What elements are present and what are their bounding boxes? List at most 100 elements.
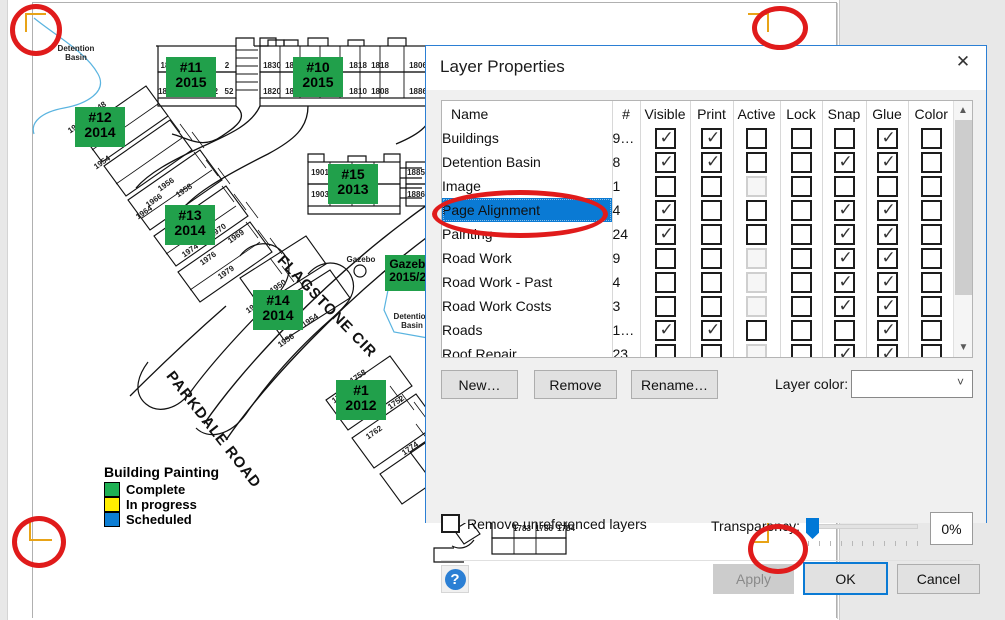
layer-color-cell[interactable] bbox=[908, 270, 954, 294]
layer-color-cell[interactable] bbox=[908, 126, 954, 150]
checkbox-active[interactable] bbox=[746, 295, 767, 317]
layer-name-cell[interactable]: Road Work bbox=[442, 246, 613, 270]
column-header-glue[interactable]: Glue bbox=[866, 101, 909, 126]
checkbox-color[interactable] bbox=[920, 175, 942, 197]
checkbox-glue[interactable] bbox=[876, 175, 898, 197]
checkbox-glue[interactable]: ✓ bbox=[876, 199, 898, 221]
checkbox-print[interactable]: ✓ bbox=[701, 319, 722, 341]
building-badge[interactable]: #12 2014 bbox=[75, 107, 125, 147]
checkbox-lock[interactable] bbox=[790, 199, 812, 221]
layer-print-cell[interactable] bbox=[690, 270, 734, 294]
layer-print-cell[interactable] bbox=[690, 246, 734, 270]
slider-thumb[interactable] bbox=[806, 518, 819, 539]
layer-glue-cell[interactable]: ✓ bbox=[866, 150, 909, 174]
layer-snap-cell[interactable] bbox=[822, 318, 867, 342]
layer-name-cell[interactable]: Roof Repair bbox=[442, 342, 613, 357]
layer-visible-cell[interactable]: ✓ bbox=[640, 198, 691, 222]
layer-visible-cell[interactable] bbox=[640, 246, 691, 270]
layer-row[interactable]: Detention Basin 8 ✓ ✓ ✓ ✓ bbox=[442, 150, 954, 174]
layer-glue-cell[interactable]: ✓ bbox=[866, 126, 909, 150]
remove-layer-button[interactable]: Remove bbox=[534, 370, 617, 399]
layer-name-cell[interactable]: Road Work Costs bbox=[442, 294, 613, 318]
layer-active-cell[interactable] bbox=[733, 126, 781, 150]
checkbox-snap[interactable]: ✓ bbox=[833, 295, 855, 317]
checkbox-color[interactable] bbox=[920, 319, 942, 341]
layer-active-cell[interactable] bbox=[733, 222, 781, 246]
layer-visible-cell[interactable] bbox=[640, 294, 691, 318]
layer-row[interactable]: Roof Repair 23 ✓ ✓ bbox=[442, 342, 954, 357]
layer-color-cell[interactable] bbox=[908, 198, 954, 222]
checkbox-print[interactable] bbox=[701, 175, 722, 197]
building-badge[interactable]: #13 2014 bbox=[165, 205, 215, 245]
checkbox-lock[interactable] bbox=[790, 151, 812, 173]
layer-active-cell[interactable] bbox=[733, 270, 781, 294]
checkbox-snap[interactable] bbox=[833, 175, 855, 197]
column-header-color[interactable]: Color bbox=[908, 101, 954, 126]
checkbox-color[interactable] bbox=[920, 295, 942, 317]
building-badge[interactable]: #10 2015 bbox=[293, 57, 343, 97]
layer-row[interactable]: Image 1 bbox=[442, 174, 954, 198]
layer-active-cell[interactable] bbox=[733, 294, 781, 318]
checkbox-glue[interactable]: ✓ bbox=[876, 151, 898, 173]
building-badge[interactable]: #1 2012 bbox=[336, 380, 386, 420]
layer-snap-cell[interactable]: ✓ bbox=[822, 198, 867, 222]
checkbox-visible[interactable]: ✓ bbox=[654, 127, 676, 149]
checkbox-color[interactable] bbox=[920, 271, 942, 293]
checkbox-active[interactable] bbox=[746, 199, 767, 221]
checkbox-visible[interactable] bbox=[654, 247, 676, 269]
slider-track[interactable] bbox=[806, 524, 918, 529]
layer-print-cell[interactable]: ✓ bbox=[690, 150, 734, 174]
checkbox-snap[interactable]: ✓ bbox=[833, 223, 855, 245]
layer-snap-cell[interactable]: ✓ bbox=[822, 342, 867, 357]
layer-snap-cell[interactable]: ✓ bbox=[822, 150, 867, 174]
checkbox-glue[interactable]: ✓ bbox=[876, 343, 898, 357]
checkbox-glue[interactable]: ✓ bbox=[876, 223, 898, 245]
column-header-count[interactable]: # bbox=[612, 101, 641, 126]
remove-unreferenced-layers-checkbox[interactable]: Remove unreferenced layers bbox=[441, 514, 647, 533]
column-header-active[interactable]: Active bbox=[733, 101, 781, 126]
layer-name-cell[interactable]: Road Work - Past bbox=[442, 270, 613, 294]
checkbox-lock[interactable] bbox=[790, 271, 812, 293]
layer-color-cell[interactable] bbox=[908, 150, 954, 174]
checkbox-lock[interactable] bbox=[790, 343, 812, 357]
checkbox-snap[interactable]: ✓ bbox=[833, 247, 855, 269]
checkbox-lock[interactable] bbox=[790, 247, 812, 269]
checkbox-active[interactable] bbox=[746, 151, 767, 173]
layer-color-select[interactable]: ˅ bbox=[851, 370, 973, 398]
checkbox-visible[interactable] bbox=[654, 175, 676, 197]
building-badge[interactable]: #15 2013 bbox=[328, 164, 378, 204]
layer-lock-cell[interactable] bbox=[780, 342, 823, 357]
checkbox-visible[interactable] bbox=[654, 271, 676, 293]
layer-glue-cell[interactable]: ✓ bbox=[866, 294, 909, 318]
layer-visible-cell[interactable] bbox=[640, 270, 691, 294]
layer-lock-cell[interactable] bbox=[780, 294, 823, 318]
layer-lock-cell[interactable] bbox=[780, 198, 823, 222]
checkbox-active[interactable] bbox=[746, 127, 767, 149]
help-button[interactable]: ? bbox=[441, 565, 469, 593]
checkbox-lock[interactable] bbox=[790, 295, 812, 317]
checkbox-active[interactable] bbox=[746, 271, 767, 293]
checkbox-snap[interactable] bbox=[833, 319, 855, 341]
layer-row[interactable]: Road Work 9 ✓ ✓ bbox=[442, 246, 954, 270]
checkbox-print[interactable] bbox=[701, 247, 722, 269]
layer-color-cell[interactable] bbox=[908, 342, 954, 357]
checkbox-glue[interactable]: ✓ bbox=[876, 247, 898, 269]
building-badge[interactable]: #14 2014 bbox=[253, 290, 303, 330]
layer-glue-cell[interactable] bbox=[866, 174, 909, 198]
layer-lock-cell[interactable] bbox=[780, 174, 823, 198]
checkbox-visible[interactable] bbox=[654, 295, 676, 317]
layer-row[interactable]: Road Work - Past 4 ✓ ✓ bbox=[442, 270, 954, 294]
layer-glue-cell[interactable]: ✓ bbox=[866, 318, 909, 342]
layer-visible-cell[interactable] bbox=[640, 174, 691, 198]
layer-lock-cell[interactable] bbox=[780, 222, 823, 246]
checkbox-color[interactable] bbox=[920, 343, 942, 357]
checkbox-print[interactable]: ✓ bbox=[701, 151, 722, 173]
checkbox-print[interactable] bbox=[701, 199, 722, 221]
layer-active-cell[interactable] bbox=[733, 198, 781, 222]
checkbox-glue[interactable]: ✓ bbox=[876, 295, 898, 317]
checkbox-visible[interactable] bbox=[654, 343, 676, 357]
layer-row[interactable]: Road Work Costs 3 ✓ ✓ bbox=[442, 294, 954, 318]
checkbox-active[interactable] bbox=[746, 175, 767, 197]
layer-snap-cell[interactable]: ✓ bbox=[822, 294, 867, 318]
checkbox-color[interactable] bbox=[920, 223, 942, 245]
